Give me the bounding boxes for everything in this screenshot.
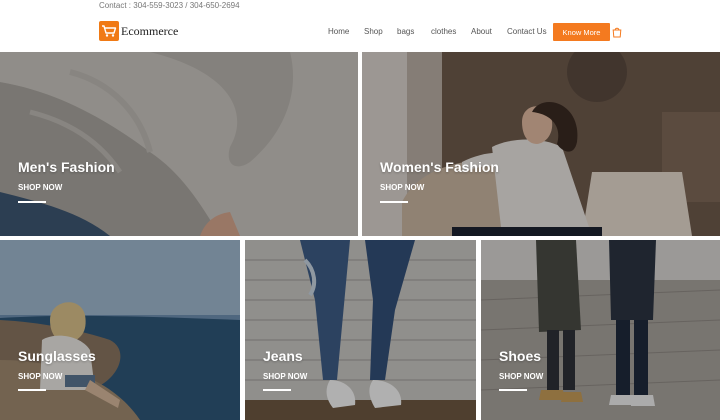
- tile-overlay: [0, 240, 240, 420]
- shop-now-link[interactable]: SHOP NOW: [263, 372, 307, 381]
- category-tile-shoes[interactable]: Shoes SHOP NOW: [481, 240, 720, 420]
- category-tile-mens-fashion[interactable]: Men's Fashion SHOP NOW: [0, 52, 358, 236]
- category-tile-jeans[interactable]: Jeans SHOP NOW: [245, 240, 476, 420]
- topbar: Contact : 304-559-3023 / 304-650-2694: [0, 0, 720, 12]
- category-title: Shoes: [499, 348, 542, 364]
- category-tile-womens-fashion[interactable]: Women's Fashion SHOP NOW: [362, 52, 720, 236]
- nav-shop[interactable]: Shop: [364, 25, 383, 39]
- nav-clothes[interactable]: clothes: [431, 25, 456, 39]
- category-title: Sunglasses: [18, 348, 96, 364]
- underline-divider: [18, 389, 46, 391]
- underline-divider: [499, 389, 527, 391]
- shop-now-link[interactable]: SHOP NOW: [499, 372, 543, 381]
- know-more-button[interactable]: Know More: [553, 23, 610, 41]
- tile-overlay: [481, 240, 720, 420]
- contact-info: Contact : 304-559-3023 / 304-650-2694: [99, 1, 240, 10]
- category-title: Women's Fashion: [380, 159, 499, 175]
- underline-divider: [380, 201, 408, 203]
- nav-home[interactable]: Home: [328, 25, 349, 39]
- underline-divider: [263, 389, 291, 391]
- brand-name: Ecommerce: [121, 24, 179, 38]
- shopping-bag-icon[interactable]: [612, 26, 622, 38]
- category-title: Men's Fashion: [18, 159, 115, 175]
- tile-overlay: [245, 240, 476, 420]
- shop-now-link[interactable]: SHOP NOW: [380, 183, 424, 192]
- site-header: Ecommerce Home Shop bags clothes About C…: [0, 12, 720, 52]
- category-title: Jeans: [263, 348, 303, 364]
- tile-overlay: [0, 52, 358, 236]
- shop-now-link[interactable]: SHOP NOW: [18, 183, 62, 192]
- nav-bags[interactable]: bags: [397, 25, 414, 39]
- nav-about[interactable]: About: [471, 25, 492, 39]
- shop-now-link[interactable]: SHOP NOW: [18, 372, 62, 381]
- logo[interactable]: Ecommerce: [99, 21, 178, 41]
- cart-icon: [99, 21, 119, 41]
- tile-overlay: [362, 52, 720, 236]
- category-tile-sunglasses[interactable]: Sunglasses SHOP NOW: [0, 240, 240, 420]
- underline-divider: [18, 201, 46, 203]
- nav-contact-us[interactable]: Contact Us: [507, 25, 547, 39]
